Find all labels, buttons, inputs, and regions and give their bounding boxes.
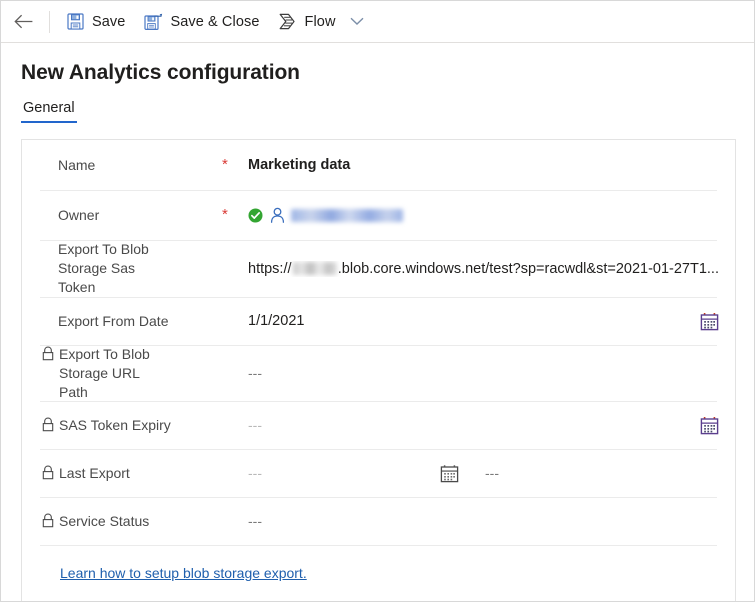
field-label-last-export: Last Export — [40, 463, 222, 483]
save-button[interactable]: Save — [56, 7, 134, 37]
title-area: New Analytics configuration — [1, 43, 754, 86]
field-value-blob-url-path: --- — [248, 365, 719, 381]
save-and-close-button[interactable]: Save & Close — [134, 7, 268, 37]
export-from-date-value: 1/1/2021 — [248, 313, 304, 329]
tab-general-label: General — [23, 100, 75, 116]
tab-general[interactable]: General — [21, 100, 77, 123]
owner-name-redacted — [291, 209, 403, 222]
name-value-text: Marketing data — [248, 157, 350, 173]
sas-token-value: https:// .blob.core.windows.net/test?sp=… — [248, 261, 719, 277]
field-row-owner: Owner * — [22, 190, 735, 240]
calendar-icon — [440, 464, 459, 483]
command-bar-divider — [49, 11, 50, 33]
calendar-icon — [700, 416, 719, 435]
sas-token-redacted — [293, 262, 337, 275]
field-value-last-export: --- — [248, 464, 719, 483]
export-from-date-picker-button[interactable] — [700, 312, 719, 331]
last-export-date-value: --- — [248, 465, 262, 481]
blob-storage-export-help-link[interactable]: Learn how to setup blob storage export. — [60, 565, 307, 581]
lock-icon — [40, 512, 56, 528]
field-label-sas-token: Export To Blob Storage Sas Token — [40, 240, 222, 297]
field-label-blob-url-path: Export To Blob Storage URL Path — [40, 345, 222, 402]
person-icon — [269, 207, 286, 224]
flow-overflow-button[interactable] — [345, 7, 369, 37]
field-row-sas-token-expiry: SAS Token Expiry --- — [22, 401, 735, 449]
service-status-value: --- — [248, 513, 262, 529]
page-title: New Analytics configuration — [21, 60, 754, 86]
field-label-service-status: Service Status — [40, 511, 222, 531]
sas-token-suffix: .blob.core.windows.net/test?sp=racwdl&st… — [338, 261, 719, 277]
field-row-name: Name * Marketing data — [22, 140, 735, 190]
field-label-export-from-date: Export From Date — [40, 311, 222, 331]
field-row-blob-url-path: Export To Blob Storage URL Path --- — [22, 345, 735, 401]
field-value-service-status: --- — [248, 513, 719, 529]
save-button-label: Save — [92, 14, 125, 30]
field-row-last-export: Last Export --- — [22, 449, 735, 497]
check-circle-icon — [248, 208, 263, 223]
field-value-sas-token[interactable]: https:// .blob.core.windows.net/test?sp=… — [248, 261, 719, 277]
field-value-export-from-date[interactable]: 1/1/2021 — [248, 312, 719, 331]
record-form-page: Save Save & Close — [0, 0, 755, 602]
command-bar: Save Save & Close — [1, 1, 754, 43]
field-row-sas-token: Export To Blob Storage Sas Token https:/… — [22, 240, 735, 297]
field-value-owner[interactable] — [248, 207, 719, 224]
blob-url-path-value: --- — [248, 365, 262, 381]
required-indicator-name: * — [222, 159, 248, 171]
doc-link-row: Learn how to setup blob storage export. — [22, 545, 735, 583]
lock-icon — [40, 416, 56, 432]
save-icon — [65, 12, 85, 32]
field-value-name[interactable]: Marketing data — [248, 157, 719, 173]
arrow-left-icon — [14, 12, 34, 32]
sas-token-prefix: https:// — [248, 261, 292, 277]
lock-icon — [40, 346, 56, 362]
field-value-sas-token-expiry: --- — [248, 416, 719, 435]
flow-icon — [278, 12, 298, 32]
form-card: Name * Marketing data Owner * — [21, 139, 736, 601]
field-label-name: Name — [40, 155, 222, 175]
sas-token-expiry-value: --- — [248, 417, 262, 433]
back-button[interactable] — [9, 7, 45, 37]
field-row-export-from-date: Export From Date 1/1/2021 — [22, 297, 735, 345]
flow-button[interactable]: Flow — [269, 7, 345, 37]
required-indicator-owner: * — [222, 209, 248, 221]
save-and-close-icon — [143, 12, 163, 32]
calendar-icon — [700, 312, 719, 331]
chevron-down-icon — [350, 13, 364, 31]
field-label-owner: Owner — [40, 205, 222, 225]
tab-strip: General — [21, 100, 754, 123]
lock-icon — [40, 464, 56, 480]
field-label-sas-token-expiry: SAS Token Expiry — [40, 415, 222, 435]
sas-token-expiry-picker-button[interactable] — [700, 416, 719, 435]
last-export-time-value: --- — [485, 465, 499, 481]
field-row-service-status: Service Status --- — [22, 497, 735, 545]
save-and-close-button-label: Save & Close — [170, 14, 259, 30]
flow-button-label: Flow — [305, 14, 336, 30]
last-export-date-picker-button[interactable] — [440, 464, 459, 483]
